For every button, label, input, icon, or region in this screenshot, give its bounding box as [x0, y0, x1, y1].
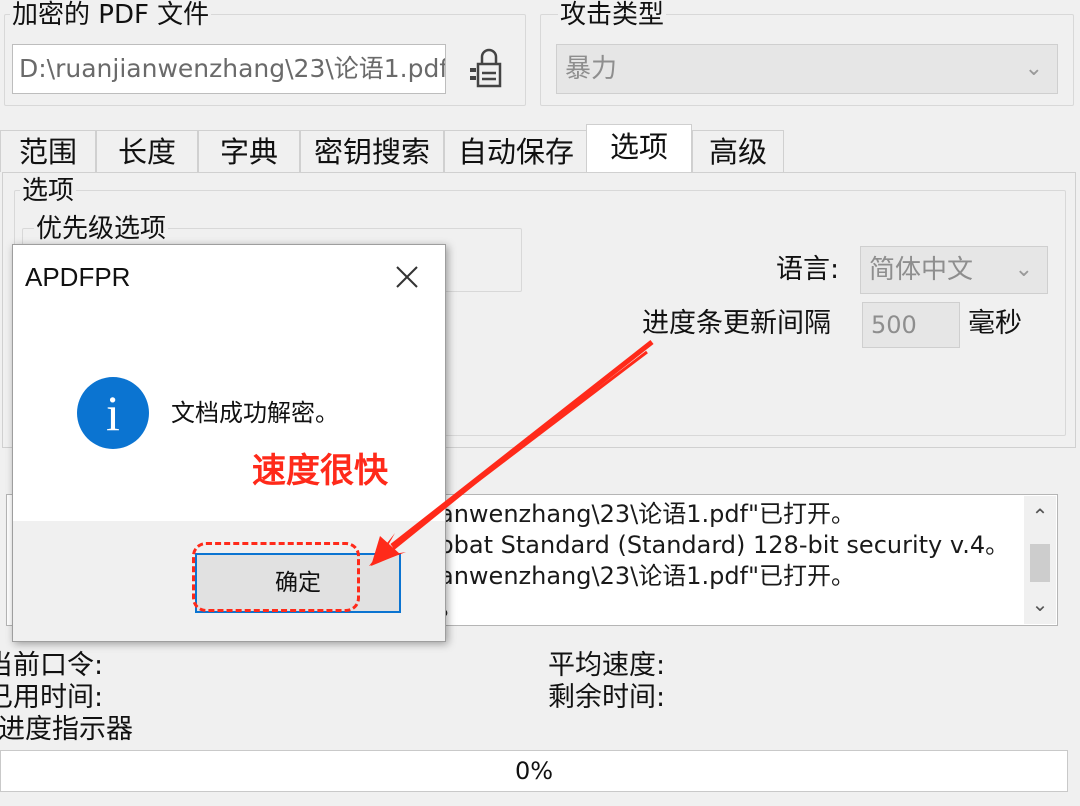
- attack-type-value: 暴力: [565, 54, 618, 84]
- log-scrollbar[interactable]: ⌃ ⌄: [1024, 496, 1056, 624]
- tab-range[interactable]: 范围: [0, 130, 96, 172]
- average-speed-label: 平均速度:: [548, 650, 666, 681]
- tab-autosave[interactable]: 自动保存: [444, 130, 588, 172]
- chevron-down-icon: ⌄: [1014, 257, 1033, 282]
- info-icon: i: [77, 377, 149, 449]
- options-group-title: 选项: [20, 176, 77, 206]
- close-button[interactable]: [387, 257, 427, 297]
- annotation-text: 速度很快: [252, 451, 388, 491]
- tab-advanced[interactable]: 高级: [692, 130, 784, 172]
- chevron-down-icon: ⌄: [1024, 56, 1043, 81]
- attack-type-select[interactable]: 暴力 ⌄: [556, 44, 1058, 94]
- attack-type-group-title: 攻击类型: [558, 0, 667, 30]
- log-line: obat Standard (Standard) 128-bit securit…: [439, 531, 1010, 559]
- log-line: anwenzhang\23\论语1.pdf"已打开。: [439, 500, 856, 528]
- language-select[interactable]: 简体中文 ⌄: [860, 246, 1048, 294]
- priority-group-title: 优先级选项: [34, 214, 169, 244]
- progress-percent: 0%: [514, 757, 554, 785]
- progress-interval-label: 进度条更新间隔: [642, 308, 831, 339]
- annotation-highlight-box: [192, 542, 360, 612]
- dialog-title: APDFPR: [25, 262, 131, 292]
- language-label: 语言:: [776, 254, 840, 285]
- log-line: anwenzhang\23\论语1.pdf"已打开。: [439, 562, 856, 590]
- encrypted-file-group-title: 加密的 PDF 文件: [10, 0, 212, 30]
- current-password-label: 当前口令:: [0, 650, 104, 681]
- chevron-up-icon[interactable]: ⌃: [1024, 500, 1056, 532]
- open-file-button[interactable]: [464, 44, 516, 94]
- tab-length[interactable]: 长度: [96, 130, 198, 172]
- progress-indicator-label: 进度指示器: [0, 714, 133, 745]
- progress-bar: 0%: [0, 750, 1068, 792]
- tab-options[interactable]: 选项: [586, 124, 692, 172]
- remaining-time-label: 剩余时间:: [548, 682, 666, 713]
- language-value: 简体中文: [869, 255, 974, 285]
- tab-bar: 范围 长度 字典 密钥搜索 自动保存 选项 高级: [0, 124, 790, 172]
- tab-dictionary[interactable]: 字典: [198, 130, 300, 172]
- close-icon: [396, 266, 418, 288]
- lock-file-icon: [470, 48, 502, 88]
- scroll-thumb[interactable]: [1030, 544, 1050, 582]
- tab-key-search[interactable]: 密钥搜索: [300, 130, 444, 172]
- dialog-message: 文档成功解密。: [171, 399, 339, 427]
- elapsed-time-label: 已用时间:: [0, 682, 104, 713]
- chevron-down-icon[interactable]: ⌄: [1024, 590, 1056, 622]
- file-path-input[interactable]: D:\ruanjianwenzhang\23\论语1.pdf: [12, 44, 446, 94]
- progress-interval-unit: 毫秒: [968, 308, 1022, 339]
- progress-interval-input[interactable]: 500: [862, 302, 960, 348]
